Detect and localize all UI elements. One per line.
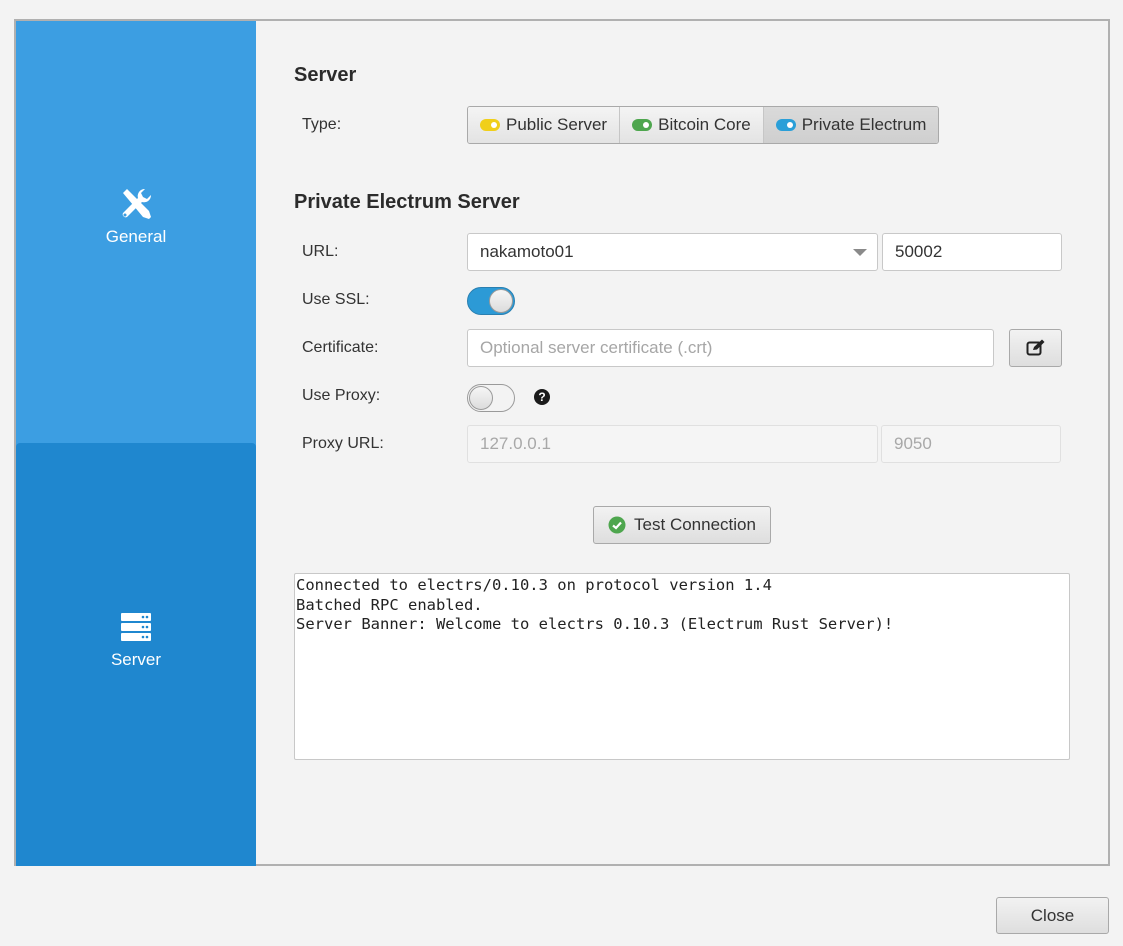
check-circle-icon [608,516,626,534]
certificate-input[interactable]: Optional server certificate (.crt) [467,329,994,367]
url-label: URL: [302,243,339,260]
sidebar-item-server-label: Server [110,649,162,669]
use-proxy-label: Use Proxy: [302,387,381,404]
sidebar-item-general-label: General [105,227,167,246]
url-value: nakamoto01 [480,242,574,261]
edit-icon [1026,339,1044,356]
type-label: Type: [302,116,342,133]
edit-certificate-button[interactable] [1009,329,1062,367]
proxy-url-label: Proxy URL: [302,435,384,452]
help-icon[interactable]: ? [534,389,550,405]
port-input[interactable]: 50002 [882,233,1062,271]
test-connection-label: Test Connection [634,515,756,534]
green-toggle-icon [632,119,653,131]
proxy-host-input[interactable]: 127.0.0.1 [467,425,878,463]
type-bitcoin-core-label: Bitcoin Core [658,115,751,134]
use-ssl-toggle[interactable] [467,287,515,315]
test-connection-button[interactable]: Test Connection [593,506,771,544]
blue-toggle-icon [775,119,796,131]
certificate-label: Certificate: [302,339,379,356]
proxy-port-input[interactable]: 9050 [881,425,1061,463]
server-type-selector: Public Server Bitcoin Core Private Elect… [467,106,940,144]
sidebar-item-general[interactable]: General [16,21,256,443]
type-private-electrum[interactable]: Private Electrum [763,107,939,143]
server-section-title: Server [294,64,357,86]
toggle-knob [469,386,493,410]
toggle-knob [489,289,513,313]
type-bitcoin-core[interactable]: Bitcoin Core [620,107,764,143]
server-icon [121,612,151,641]
type-private-electrum-label: Private Electrum [801,115,927,134]
use-ssl-label: Use SSL: [302,291,370,308]
type-public-server-label: Public Server [506,115,608,134]
server-settings: Server Type: Public Server Bitcoin Core … [256,21,1108,864]
yellow-toggle-icon [480,119,500,131]
type-public-server[interactable]: Public Server [468,107,621,143]
connection-output[interactable]: Connected to electrs/0.10.3 on protocol … [294,573,1070,760]
use-proxy-toggle[interactable] [467,384,515,412]
url-combobox[interactable]: nakamoto01 [467,233,878,271]
sidebar: General Server [16,21,256,866]
tools-icon [122,188,152,219]
preferences-panel: General Server Server Type: Public Serve… [14,19,1110,866]
sidebar-item-server[interactable]: Server [16,443,256,866]
private-electrum-title: Private Electrum Server [294,191,520,213]
close-button[interactable]: Close [996,897,1109,934]
chevron-down-icon[interactable] [853,249,867,256]
